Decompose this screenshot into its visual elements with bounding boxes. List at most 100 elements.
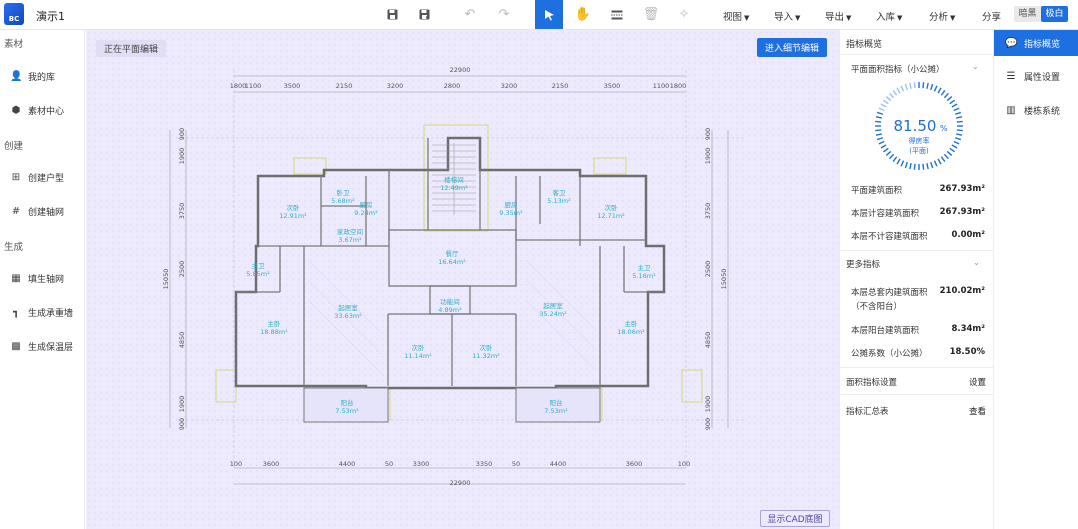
chevron-down-icon[interactable]: ⌄ [972, 62, 979, 71]
theme-toggle[interactable]: 暗黑 极白 [1014, 6, 1068, 22]
redo-icon[interactable]: ↷ [490, 0, 518, 29]
menu-view[interactable]: 视图 ▼ [723, 9, 749, 23]
dimension-left: 4850 [178, 332, 186, 349]
dimension-right: 3750 [704, 203, 712, 220]
menu-storage[interactable]: 入库 ▼ [876, 9, 902, 23]
enter-detail-edit-button[interactable]: 进入细节编辑 [757, 38, 827, 57]
room-area-label: 16.64m² [438, 258, 466, 266]
dimension-bottom: 3350 [476, 460, 493, 468]
document-title[interactable]: 演示1 [36, 8, 65, 24]
dimension-top: 3200 [501, 82, 518, 90]
drawing-canvas[interactable]: 22900 1800 1100 3500 2150 3200 2800 3200 2150 350… [86, 30, 839, 529]
dimension-right: 4850 [704, 332, 712, 349]
chevron-down-icon: ▼ [846, 14, 852, 22]
dimension-total-top: 22900 [450, 66, 471, 74]
save-icon[interactable] [378, 0, 406, 29]
dimension-top: 2800 [444, 82, 461, 90]
sidebar-item-generate-insulation[interactable]: ▩ 生成保温层 [10, 340, 73, 353]
menu-import[interactable]: 导入 ▼ [774, 9, 800, 23]
chevron-down-icon: ▼ [795, 14, 801, 22]
room-name-label: 次卧 [605, 203, 619, 212]
stat-interior-area-note: （不含阳台） [851, 302, 903, 312]
gauge-tick [956, 133, 963, 136]
tab-indicator-overview[interactable]: 💬 指标概览 [994, 30, 1078, 56]
grid-icon: # [11, 206, 21, 217]
room-name-label: 功能间 [440, 297, 460, 306]
gauge-tick [951, 103, 958, 108]
theme-dark-option[interactable]: 暗黑 [1014, 6, 1041, 22]
dimension-bottom: 50 [385, 460, 393, 468]
dimension-left: 900 [178, 128, 186, 140]
room-name-label: 次卧 [480, 343, 494, 352]
efficiency-gauge: 81.50 % 得房率 (平面) [875, 82, 963, 170]
floor-plan[interactable]: 2290018001100 3500 2150 3200 2800 3200 2150 350… [86, 30, 839, 529]
gauge-tick [949, 99, 956, 105]
room-name-label: 厨房 [505, 200, 518, 209]
divider [840, 367, 994, 368]
tab-property-settings[interactable]: ☰ 属性设置 [994, 63, 1078, 89]
share-button[interactable]: 分享 [982, 9, 1001, 23]
gauge-tick [909, 82, 912, 89]
gauge-tick [878, 140, 885, 145]
gauge-tick [900, 160, 905, 167]
area-indicator-section-title[interactable]: 平面面积指标（小公摊） [851, 63, 945, 75]
theme-light-option[interactable]: 极白 [1041, 6, 1068, 22]
indicator-panel: 指标概览 平面面积指标（小公摊） ⌄ 81.50 % 得房率 (平面) 平面建筑… [839, 30, 994, 529]
more-indicators-toggle[interactable]: 更多指标 ⌄ [846, 258, 980, 270]
wall-split-icon[interactable] [603, 0, 631, 29]
stat-interior-area: 本层总套内建筑面积 210.02m² [851, 286, 985, 298]
app-logo[interactable]: BC [4, 3, 24, 25]
gauge-tick [913, 163, 916, 170]
room-name-label: 客卫 [553, 188, 567, 197]
sidebar-item-fill-grid[interactable]: ▦ 填生轴网 [10, 272, 64, 285]
stat-fa-excluded-area: 本层不计容建筑面积 0.00m² [851, 230, 985, 242]
magic-icon[interactable]: ✧ [670, 0, 698, 29]
sidebar-item-generate-walls[interactable]: ┓ 生成承重墙 [10, 306, 73, 319]
gauge-tick [940, 156, 946, 163]
room-area-label: 11.32m² [472, 352, 500, 360]
dimension-left: 2500 [178, 261, 186, 278]
list-icon: ☰ [1006, 70, 1016, 82]
gauge-unit: % [940, 124, 948, 133]
stat-fa-included-area: 本层计容建筑面积 267.93m² [851, 207, 985, 219]
sidebar-item-my-library[interactable]: 👤 我的库 [10, 70, 55, 83]
room-name-label: 起居室 [338, 303, 358, 312]
summary-view-link[interactable]: 查看 [969, 405, 986, 417]
tab-building-system[interactable]: ▥ 楼栋系统 [994, 97, 1078, 123]
dimension-right: 1900 [704, 148, 712, 165]
delete-icon[interactable]: 🗑 [637, 0, 665, 29]
room-area-label: 5.85m² [246, 270, 270, 278]
gauge-tick [946, 96, 953, 102]
gauge-tick [904, 83, 908, 91]
sidebar-item-create-grid[interactable]: # 创建轴网 [10, 205, 64, 218]
select-pointer-icon[interactable] [535, 0, 563, 29]
dimension-total-bottom: 22900 [450, 479, 471, 487]
room-name-label: 阳台 [341, 398, 354, 407]
undo-icon[interactable]: ↶ [456, 0, 484, 29]
menu-analysis[interactable]: 分析 ▼ [929, 9, 955, 23]
gauge-tick [943, 92, 949, 99]
insulation-icon: ▩ [11, 341, 21, 352]
menu-export[interactable]: 导出 ▼ [825, 9, 851, 23]
gauge-tick [953, 140, 960, 145]
dimension-top: 1100 [245, 82, 262, 90]
show-cad-underlay-button[interactable]: 显示CAD底图 [760, 510, 830, 527]
room-name-label: 主卧 [268, 319, 282, 328]
right-tab-bar: 💬 指标概览 ☰ 属性设置 ▥ 楼栋系统 [993, 30, 1078, 529]
dimension-top: 1100 [653, 82, 670, 90]
dimension-bottom: 100 [678, 460, 690, 468]
room-area-label: 3.67m² [338, 236, 362, 244]
gauge-tick [933, 160, 938, 167]
gauge-tick [943, 153, 949, 160]
area-setting-link[interactable]: 设置 [969, 376, 986, 388]
sidebar-item-material-center[interactable]: ⬢ 素材中心 [10, 104, 64, 117]
sidebar-item-create-unit[interactable]: ⊞ 创建户型 [10, 171, 64, 184]
gauge-tick [940, 89, 946, 96]
save-as-icon[interactable] [410, 0, 438, 29]
chevron-down-icon: ▼ [744, 14, 750, 22]
room-name-label: 阳台 [550, 398, 563, 407]
gauge-tick [878, 107, 885, 112]
gauge-tick [875, 120, 882, 123]
gauge-tick [875, 116, 882, 119]
pan-hand-icon[interactable]: ✋ [569, 0, 597, 29]
